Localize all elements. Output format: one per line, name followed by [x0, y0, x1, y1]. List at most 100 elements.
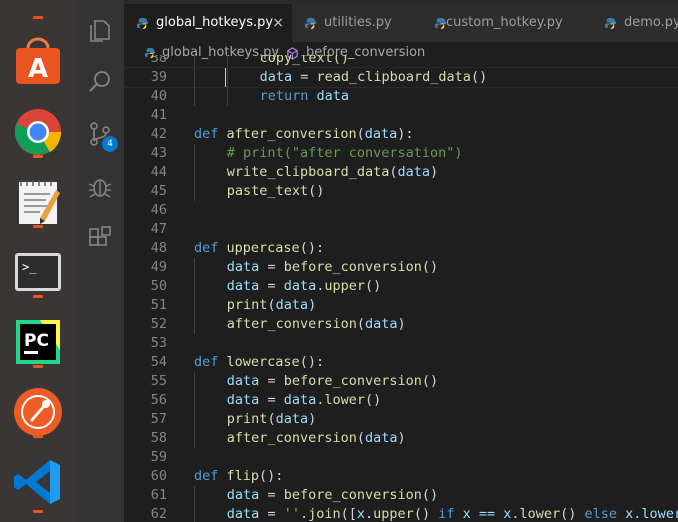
code-token: # print("after conversation") — [226, 145, 463, 161]
code-line[interactable]: 49 data = before_conversion() — [124, 258, 678, 277]
code-line[interactable]: 38 copy_text() — [124, 55, 678, 68]
code-token: copy_text() — [259, 55, 349, 66]
code-token: print — [226, 411, 268, 427]
code-line[interactable]: 50 data = data.upper() — [124, 277, 678, 296]
close-icon[interactable]: × — [272, 4, 284, 42]
code-token: = — [259, 278, 284, 294]
code-line[interactable]: 58 after_conversion(data) — [124, 429, 678, 448]
scm-badge: 4 — [102, 136, 118, 152]
code-token: write_clipboard_data — [226, 164, 390, 180]
code-line[interactable]: 45 paste_text() — [124, 182, 678, 201]
code-line[interactable]: 39 data = read_clipboard_data() — [124, 67, 678, 88]
software-center-icon[interactable]: A — [10, 34, 66, 90]
code-token: after_conversion — [226, 126, 357, 142]
indent-guide — [194, 258, 195, 277]
code-token: () — [365, 278, 382, 294]
code-token: = — [259, 392, 284, 408]
line-number: 56 — [150, 392, 167, 408]
code-line[interactable]: 41 — [124, 106, 678, 125]
indent-guide — [194, 429, 195, 448]
code-token: ) — [397, 316, 406, 332]
code-line[interactable]: 56 data = data.lower() — [124, 391, 678, 410]
code-line[interactable]: 61 data = before_conversion() — [124, 486, 678, 505]
code-token: = — [259, 487, 284, 503]
code-token: () — [421, 487, 439, 503]
code-token: ) — [430, 164, 439, 180]
code-line[interactable]: 60 def flip(): — [124, 467, 678, 486]
code-line[interactable]: 43 # print("after conversation") — [124, 144, 678, 163]
code-token: data — [364, 126, 398, 142]
code-token: = — [259, 373, 284, 389]
tab-demo[interactable]: demo.py — [592, 4, 678, 42]
line-number: 42 — [150, 126, 167, 142]
code-token: after_conversion — [226, 316, 357, 332]
tab-utilities[interactable]: utilities.py — [292, 4, 423, 42]
code-line[interactable]: 48 def uppercase(): — [124, 239, 678, 258]
line-number: 51 — [150, 297, 167, 313]
code-token: after_conversion — [226, 430, 357, 446]
tab-global-hotkeys[interactable]: global_hotkeys.py × — [124, 4, 293, 42]
terminal-icon[interactable]: >_ — [10, 244, 66, 300]
debug-icon[interactable] — [86, 172, 114, 200]
code-editor[interactable]: 38 copy_text() 39 data = read_clipboard_dat… — [124, 55, 678, 522]
code-line[interactable]: 52 after_conversion(data) — [124, 315, 678, 334]
explorer-icon[interactable] — [86, 16, 114, 44]
tab-label: utilities.py — [324, 15, 392, 30]
indent-guide — [194, 296, 195, 315]
code-token: def — [194, 468, 219, 484]
code-token: ( — [356, 316, 365, 332]
code-token: . — [365, 506, 374, 522]
code-token: read_clipboard_data — [316, 69, 471, 85]
svg-text:>_: >_ — [22, 260, 37, 274]
code-text: paste_text() — [227, 182, 325, 201]
code-line[interactable]: 54 def lowercase(): — [124, 353, 678, 372]
code-line[interactable]: 57 print(data) — [124, 410, 678, 429]
running-indicator — [33, 365, 43, 368]
code-line[interactable]: 62 data = ''.join([x.upper() if x == x.lo… — [124, 505, 678, 522]
code-token: ( — [389, 164, 398, 180]
vscode-icon[interactable] — [10, 454, 66, 510]
indent-guide — [226, 87, 228, 106]
code-token: () — [421, 259, 439, 275]
code-line[interactable]: 42 def after_conversion(data): — [124, 125, 678, 144]
code-line[interactable]: 40 return data — [124, 87, 678, 106]
tab-custom-hotkey[interactable]: custom_hotkey.py — [422, 4, 593, 42]
code-token: () — [308, 183, 325, 199]
code-token: (): — [299, 354, 325, 370]
code-token: ) — [308, 411, 317, 427]
code-token: before_conversion — [283, 487, 422, 503]
line-number: 46 — [150, 202, 167, 218]
code-text: data = read_clipboard_data() — [260, 68, 488, 87]
code-line[interactable]: 51 print(data) — [124, 296, 678, 315]
line-number: 39 — [150, 69, 167, 85]
code-token: (): — [259, 468, 284, 484]
code-token: data — [226, 506, 260, 522]
postman-icon[interactable] — [10, 384, 66, 440]
indent-guide — [194, 391, 195, 410]
pycharm-icon[interactable]: PC — [10, 314, 66, 370]
code-token: data — [275, 411, 309, 427]
code-line[interactable]: 53 — [124, 334, 678, 353]
chrome-icon[interactable] — [10, 104, 66, 160]
search-icon[interactable] — [86, 68, 114, 96]
code-token: data — [308, 88, 350, 104]
code-text: print(data) — [227, 296, 316, 315]
indent-guide — [194, 68, 195, 87]
code-token: before_conversion — [283, 373, 422, 389]
code-line[interactable]: 46 — [124, 201, 678, 220]
code-line[interactable]: 55 data = before_conversion() — [124, 372, 678, 391]
running-indicator — [33, 225, 43, 228]
code-token: uppercase — [226, 240, 300, 256]
code-line[interactable]: 59 — [124, 448, 678, 467]
code-token: data — [364, 316, 398, 332]
code-line[interactable]: 44 write_clipboard_data(data) — [124, 163, 678, 182]
code-token: () — [470, 69, 488, 85]
python-file-icon — [136, 17, 149, 30]
text-editor-icon[interactable] — [10, 174, 66, 230]
tab-label: global_hotkeys.py — [156, 15, 274, 30]
code-token: () — [560, 506, 585, 522]
code-line[interactable]: 47 — [124, 220, 678, 239]
extensions-icon[interactable] — [86, 224, 114, 252]
code-token: x — [356, 506, 366, 522]
